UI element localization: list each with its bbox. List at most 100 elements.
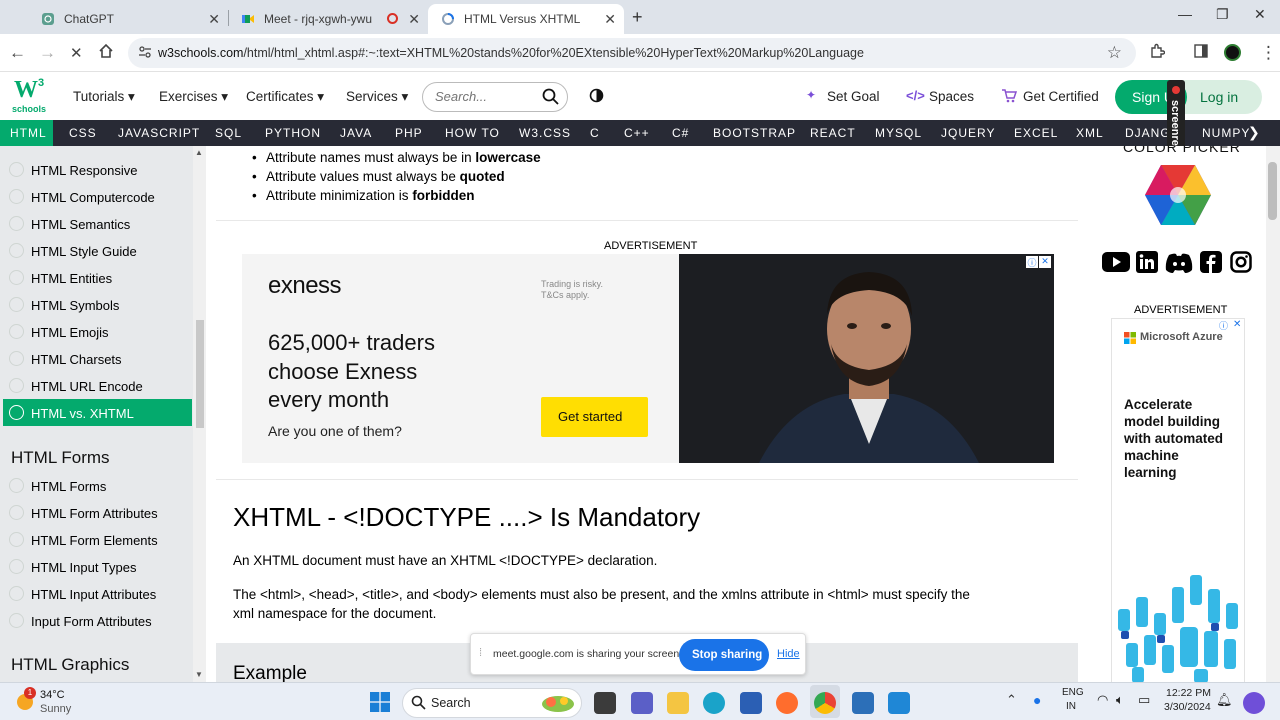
subject-jquery[interactable]: JQUERY (941, 126, 995, 140)
subject-w3css[interactable]: W3.CSS (519, 126, 571, 140)
chevron-right-icon[interactable]: ❯ (1248, 124, 1260, 141)
notepad-icon[interactable] (852, 692, 874, 714)
sidebar-item-html-semantics[interactable]: HTML Semantics (3, 210, 192, 237)
subject-mysql[interactable]: MYSQL (875, 126, 922, 140)
sidebar-scrollbar-thumb[interactable] (196, 320, 204, 428)
drag-handle-icon[interactable]: ⁞ (479, 647, 482, 659)
hide-link[interactable]: Hide (777, 648, 800, 660)
subject-react[interactable]: REACT (810, 126, 856, 140)
sidebar-item-html-form-elements[interactable]: HTML Form Elements (3, 526, 192, 553)
back-icon[interactable]: ← (9, 43, 26, 63)
stop-sharing-button[interactable]: Stop sharing (679, 639, 769, 671)
subject-python[interactable]: PYTHON (265, 126, 321, 140)
maximize-icon[interactable]: ❐ (1216, 6, 1229, 23)
extensions-icon[interactable] (1149, 43, 1166, 64)
taskbar-search[interactable]: Search (402, 688, 582, 718)
forward-icon[interactable]: → (39, 43, 56, 63)
sidebar-item-html-style-guide[interactable]: HTML Style Guide (3, 237, 192, 264)
subject-xml[interactable]: XML (1076, 126, 1104, 140)
edge-icon[interactable] (703, 692, 725, 714)
sidebar-item-html-form-attributes[interactable]: HTML Form Attributes (3, 499, 192, 526)
sidebar-item-html-input-types[interactable]: HTML Input Types (3, 553, 192, 580)
tab-html-versus-xhtml[interactable]: HTML Versus XHTML ✕ (428, 4, 624, 34)
subject-c[interactable]: C (590, 126, 600, 140)
page-scrollbar[interactable] (1266, 146, 1280, 682)
notification-bell-icon[interactable]: 🔔︎ (1216, 692, 1233, 708)
sidebar-item-html-computercode[interactable]: HTML Computercode (3, 183, 192, 210)
sidebar-item-input-form-attributes[interactable]: Input Form Attributes (3, 607, 192, 634)
sidebar-item-html-charsets[interactable]: HTML Charsets (3, 345, 192, 372)
new-tab-icon[interactable]: + (632, 7, 643, 28)
tab-chatgpt[interactable]: ChatGPT ✕ (28, 4, 228, 34)
sidebar-item-html-symbols[interactable]: HTML Symbols (3, 291, 192, 318)
profile-avatar[interactable] (1224, 44, 1241, 61)
clock-time[interactable]: 12:22 PM (1166, 687, 1211, 699)
nav-tutorials[interactable]: Tutorials ▾ (73, 89, 135, 105)
firefox-icon[interactable] (776, 692, 798, 714)
sidebar-item-html-input-attributes[interactable]: HTML Input Attributes (3, 580, 192, 607)
ad-close-icon[interactable]: ✕ (1233, 319, 1241, 330)
side-panel-icon[interactable] (1193, 43, 1209, 64)
close-icon[interactable]: ✕ (208, 11, 220, 28)
close-icon[interactable]: ✕ (604, 11, 616, 28)
close-icon[interactable]: ✕ (408, 11, 420, 28)
get-certified-link[interactable]: Get Certified (1023, 89, 1099, 104)
microphone-icon[interactable]: ● (1033, 692, 1041, 708)
scroll-down-icon[interactable]: ▼ (195, 670, 203, 679)
dark-mode-toggle-icon[interactable] (589, 88, 604, 108)
store-icon[interactable] (740, 692, 762, 714)
menu-dots-icon[interactable]: ⋮ (1260, 43, 1277, 63)
task-view-icon[interactable] (594, 692, 616, 714)
site-info-icon[interactable] (138, 45, 152, 64)
sidebar-item-html-vs-xhtml[interactable]: HTML vs. XHTML (3, 399, 192, 426)
teams-icon[interactable] (631, 692, 653, 714)
search-input[interactable] (435, 89, 535, 104)
facebook-icon[interactable] (1200, 251, 1222, 278)
subject-excel[interactable]: EXCEL (1014, 126, 1058, 140)
w3schools-logo[interactable]: W 3 schools (12, 77, 48, 117)
sidebar-item-html-forms[interactable]: HTML Forms (3, 472, 192, 499)
instagram-icon[interactable] (1230, 251, 1252, 278)
subject-csharp[interactable]: C# (672, 126, 689, 140)
copilot-icon[interactable] (1243, 692, 1265, 714)
home-icon[interactable] (98, 43, 114, 64)
sidebar-item-html-emojis[interactable]: HTML Emojis (3, 318, 192, 345)
subject-php[interactable]: PHP (395, 126, 423, 140)
vscode-icon[interactable] (888, 692, 910, 714)
stop-icon[interactable]: ✕ (70, 44, 83, 62)
sidebar-item-html-url-encode[interactable]: HTML URL Encode (3, 372, 192, 399)
set-goal-link[interactable]: Set Goal (827, 89, 880, 104)
windows-start-icon[interactable] (370, 692, 390, 717)
subject-sql[interactable]: SQL (215, 126, 242, 140)
chrome-icon[interactable] (814, 692, 836, 714)
wifi-icon[interactable]: ◠ (1097, 692, 1108, 708)
close-window-icon[interactable]: ✕ (1254, 6, 1266, 23)
ad-close-icon[interactable]: ✕ (1039, 256, 1051, 268)
discord-icon[interactable] (1164, 252, 1194, 279)
tab-meet[interactable]: Meet - rjq-xgwh-ywu ✕ (228, 4, 428, 34)
azure-advertisement[interactable]: Microsoft Azure ⓘ ✕ Accelerate model bui… (1111, 318, 1245, 682)
subject-javascript[interactable]: JAVASCRIPT (118, 126, 200, 140)
subject-numpy[interactable]: NUMPY (1202, 126, 1250, 140)
adchoices-icon[interactable]: ⓘ (1219, 319, 1228, 332)
subject-cpp[interactable]: C++ (624, 126, 650, 140)
adchoices-icon[interactable]: ⓘ (1026, 256, 1038, 268)
clock-date[interactable]: 3/30/2024 (1164, 701, 1211, 713)
sidebar-item-html-entities[interactable]: HTML Entities (3, 264, 192, 291)
bookmark-star-icon[interactable]: ☆ (1107, 43, 1122, 63)
page-scrollbar-thumb[interactable] (1268, 162, 1277, 220)
nav-exercises[interactable]: Exercises ▾ (159, 89, 228, 105)
subject-how-to[interactable]: HOW TO (445, 126, 500, 140)
chevron-up-icon[interactable]: ⌃ (1006, 692, 1017, 708)
color-picker-hexagon-icon[interactable] (1144, 164, 1212, 231)
address-bar[interactable]: w3schools.com/html/html_xhtml.asp#:~:tex… (128, 38, 1136, 68)
subject-java[interactable]: JAVA (340, 126, 372, 140)
language-region[interactable]: IN (1066, 701, 1076, 712)
linkedin-icon[interactable] (1136, 251, 1158, 278)
scroll-up-icon[interactable]: ▲ (195, 148, 203, 157)
ad-get-started-button[interactable]: Get started (541, 397, 648, 437)
search-icon[interactable] (542, 88, 559, 110)
language-label[interactable]: ENG (1062, 687, 1084, 698)
minimize-icon[interactable]: — (1178, 6, 1192, 22)
nav-services[interactable]: Services ▾ (346, 89, 408, 105)
